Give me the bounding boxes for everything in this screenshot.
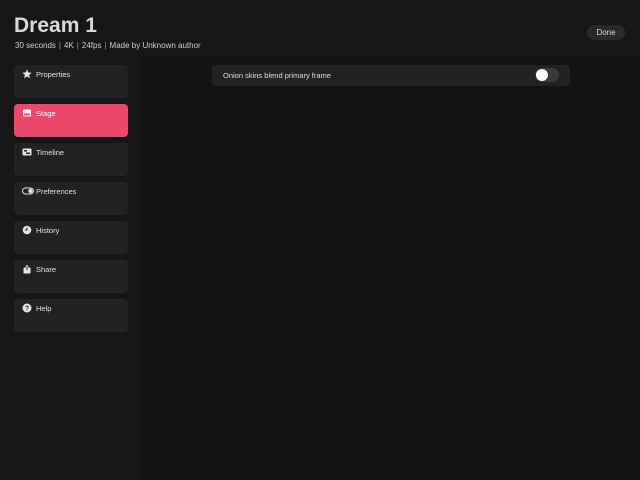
- sidebar-item-timeline[interactable]: Timeline: [14, 143, 128, 176]
- sidebar-item-label: Properties: [36, 70, 71, 79]
- timeline-icon: [22, 148, 32, 156]
- sidebar-item-label: Help: [36, 304, 52, 313]
- meta-fps: 24fps: [81, 41, 102, 50]
- page-title: Dream 1: [14, 14, 97, 37]
- sidebar-item-history[interactable]: History: [14, 221, 128, 254]
- content-pane: [141, 56, 640, 480]
- onion-skins-toggle[interactable]: [535, 68, 559, 82]
- meta-separator: |: [76, 41, 79, 50]
- done-button[interactable]: Done: [587, 25, 625, 40]
- sidebar-item-preferences[interactable]: Preferences: [14, 182, 128, 215]
- share-icon: [23, 264, 31, 274]
- sidebar-item-label: History: [36, 226, 60, 235]
- svg-text:?: ?: [25, 306, 29, 313]
- meta-author: Made by Unknown author: [109, 41, 201, 50]
- sidebar-item-share[interactable]: Share: [14, 260, 128, 293]
- sidebar-item-label: Stage: [36, 109, 56, 118]
- image-icon: [23, 109, 31, 117]
- star-icon: [22, 69, 32, 79]
- sidebar-item-stage[interactable]: Stage: [14, 104, 128, 137]
- sidebar-item-help[interactable]: ? Help: [14, 299, 128, 332]
- toggle-knob: [536, 69, 548, 81]
- sidebar-item-label: Preferences: [36, 187, 77, 196]
- meta-separator: |: [58, 41, 61, 50]
- project-meta: 30 seconds | 4K | 24fps | Made by Unknown auth…: [15, 41, 201, 51]
- onion-skins-label: Onion skins blend primary frame: [223, 71, 331, 80]
- sidebar-item-label: Timeline: [36, 148, 65, 157]
- sidebar-item-label: Share: [36, 265, 57, 274]
- history-icon: [22, 225, 32, 235]
- meta-duration: 30 seconds: [15, 41, 56, 50]
- settings-screen: Dream 1 30 seconds | 4K | 24fps | Made by Unkn…: [0, 0, 640, 480]
- sidebar-item-properties[interactable]: Properties: [14, 65, 128, 98]
- meta-resolution: 4K: [64, 41, 74, 50]
- meta-separator: |: [104, 41, 107, 50]
- toggle-icon: [22, 187, 34, 195]
- help-icon: ?: [22, 303, 32, 313]
- onion-skins-setting-row: Onion skins blend primary frame: [212, 65, 570, 86]
